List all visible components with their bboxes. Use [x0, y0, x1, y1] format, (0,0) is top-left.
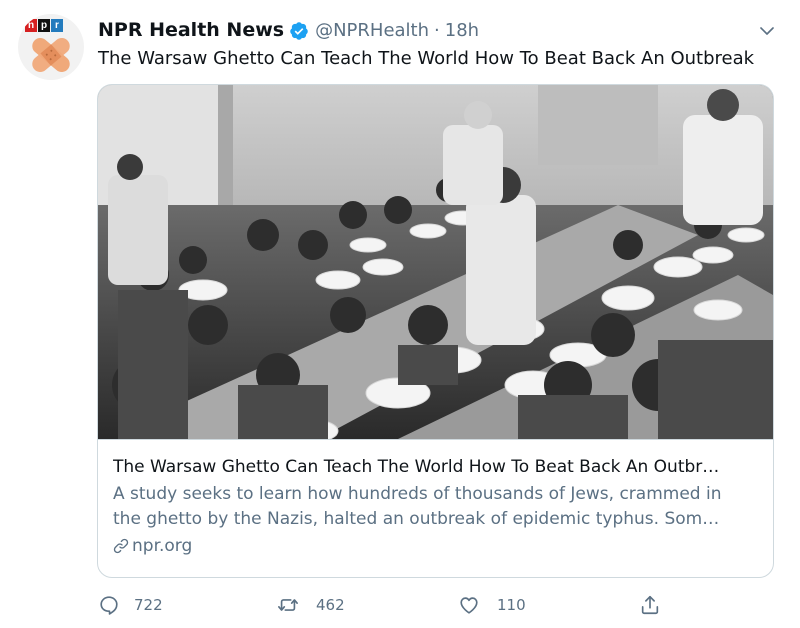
avatar[interactable]: n p r — [18, 14, 84, 80]
tweet-header: NPR Health News @NPRHealth · 18h — [98, 17, 479, 43]
logo-letter-p: p — [38, 19, 50, 32]
card-title: The Warsaw Ghetto Can Teach The World Ho… — [113, 457, 720, 477]
card-description-line: the ghetto by the Nazis, halted an outbr… — [113, 509, 720, 529]
tweet-timestamp[interactable]: 18h — [445, 20, 479, 41]
card-domain: npr.org — [112, 536, 192, 556]
action-bar: 722 462 110 — [96, 592, 696, 618]
like-button[interactable]: 110 — [458, 592, 526, 618]
reply-icon — [100, 596, 118, 615]
link-card[interactable]: The Warsaw Ghetto Can Teach The World Ho… — [97, 84, 774, 578]
tweet[interactable]: n p r NPR Health News @NPRHealth · 18h T… — [0, 0, 800, 628]
logo-letter-n: n — [25, 19, 37, 32]
reply-button[interactable]: 722 — [98, 592, 163, 618]
logo-letter-r: r — [51, 19, 63, 32]
chevron-down-icon[interactable] — [758, 22, 776, 40]
card-description-line: A study seeks to learn how hundreds of t… — [113, 484, 722, 504]
retweet-count: 462 — [316, 596, 345, 614]
like-count: 110 — [497, 596, 526, 614]
verified-icon — [290, 22, 308, 40]
card-image — [98, 85, 773, 439]
tweet-text: The Warsaw Ghetto Can Teach The World Ho… — [98, 48, 755, 69]
bandage-icon — [32, 38, 70, 72]
retweet-icon — [278, 599, 298, 611]
link-icon — [113, 538, 129, 554]
author-handle[interactable]: @NPRHealth — [315, 20, 429, 41]
reply-count: 722 — [134, 596, 163, 614]
like-icon — [460, 597, 478, 614]
separator-dot: · — [434, 19, 440, 41]
card-domain-text: npr.org — [132, 536, 193, 556]
share-icon — [641, 595, 659, 615]
card-description: A study seeks to learn how hundreds of t… — [113, 482, 763, 532]
share-button[interactable] — [639, 592, 661, 618]
retweet-button[interactable]: 462 — [276, 592, 345, 618]
card-body: The Warsaw Ghetto Can Teach The World Ho… — [98, 439, 773, 577]
author-name[interactable]: NPR Health News — [98, 19, 284, 41]
npr-logo: n p r — [25, 19, 63, 32]
